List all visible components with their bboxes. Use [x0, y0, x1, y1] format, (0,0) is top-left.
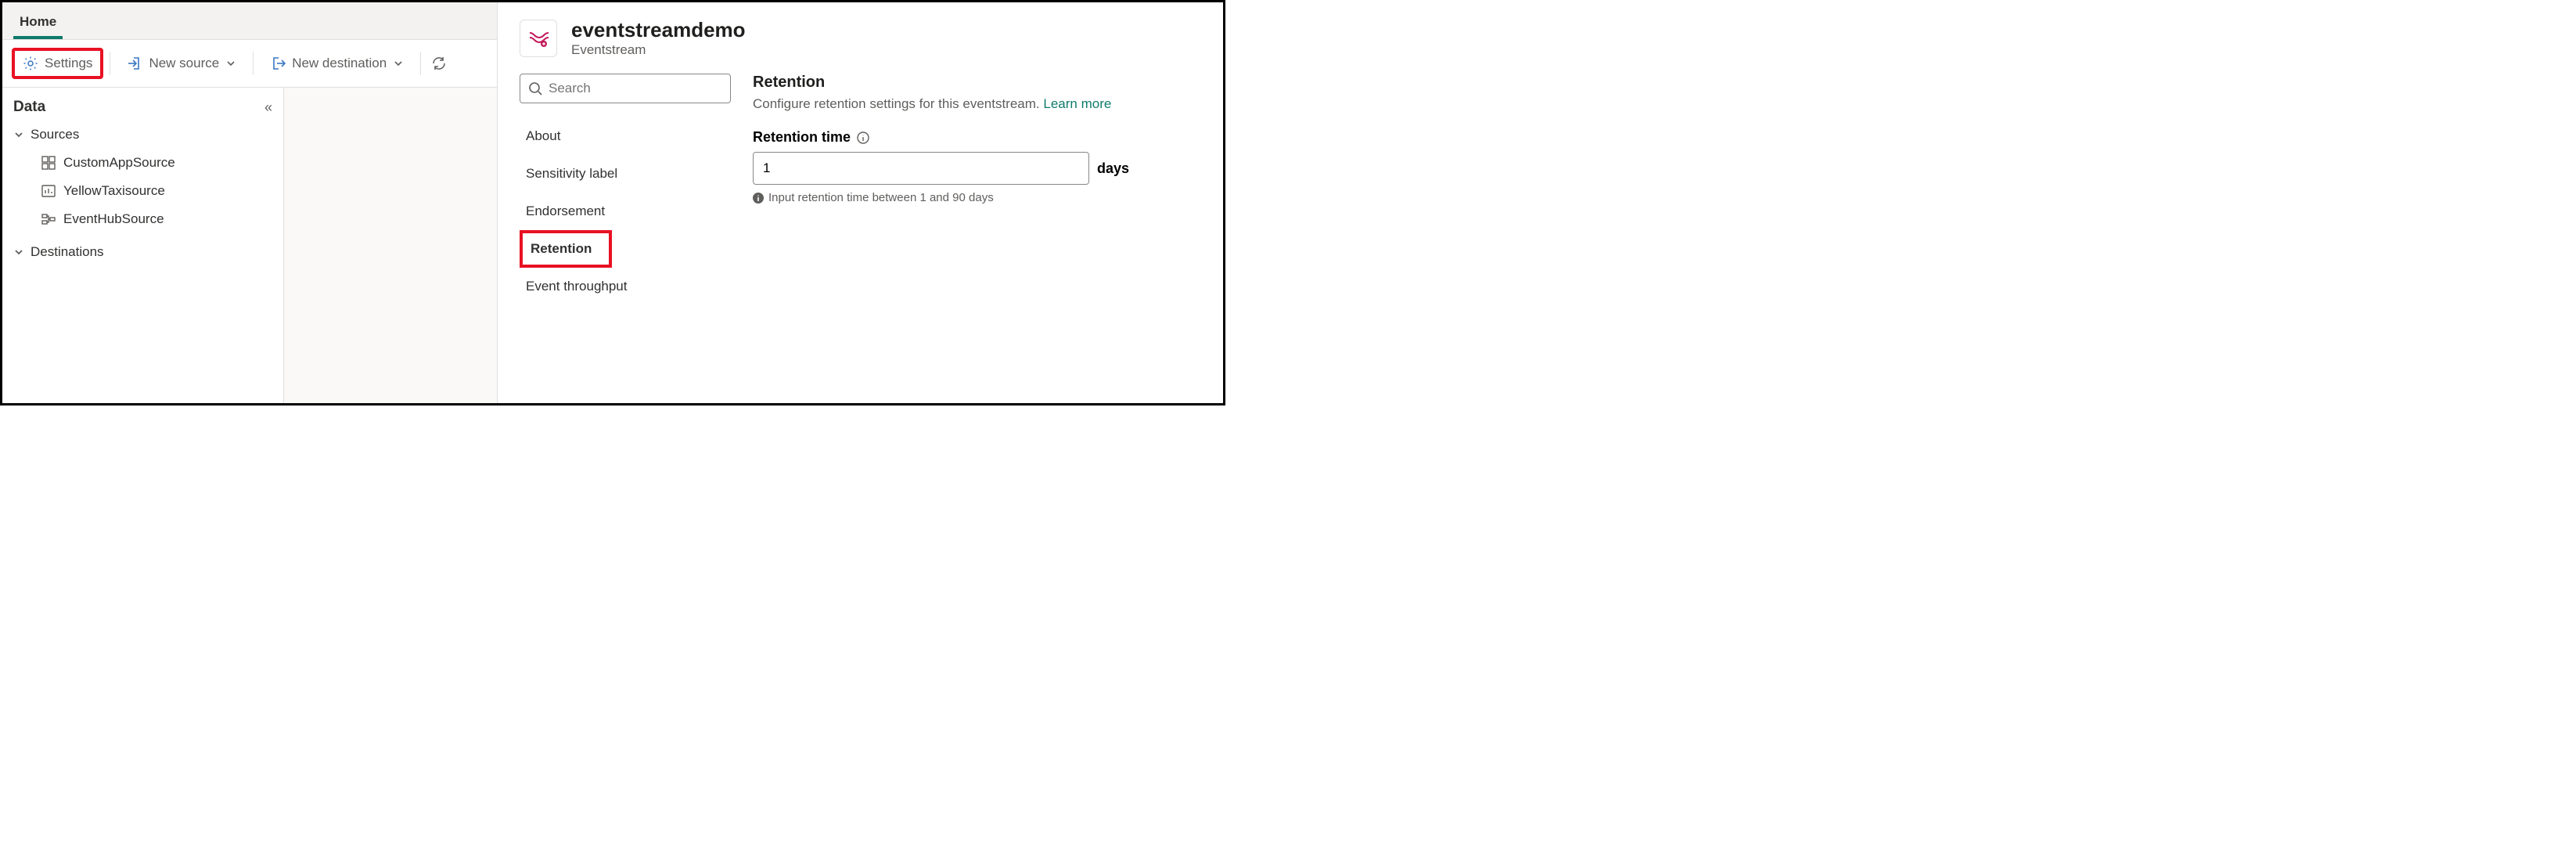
refresh-icon	[431, 56, 447, 71]
settings-nav: About Sensitivity label Endorsement Rete…	[520, 74, 731, 305]
divider	[253, 52, 254, 75]
destination-out-icon	[270, 56, 286, 71]
panel-subtitle: Eventstream	[571, 42, 746, 58]
toolbar: Settings New source New destination	[2, 40, 497, 88]
nav-throughput[interactable]: Event throughput	[520, 268, 731, 305]
retention-content: Retention Configure retention settings f…	[753, 74, 1201, 305]
chevron-down-icon	[13, 129, 24, 140]
info-icon[interactable]	[857, 132, 869, 144]
destinations-label: Destinations	[31, 244, 104, 260]
list-item[interactable]: YellowTaxisource	[13, 177, 272, 205]
nav-about[interactable]: About	[520, 117, 731, 155]
source-in-icon	[127, 56, 142, 71]
settings-button[interactable]: Settings	[12, 48, 103, 79]
data-title: Data	[13, 99, 45, 116]
app-icon	[41, 156, 56, 170]
new-destination-label: New destination	[292, 56, 387, 71]
destinations-section[interactable]: Destinations	[13, 244, 272, 260]
eventstream-icon	[520, 20, 557, 57]
new-source-label: New source	[149, 56, 219, 71]
hub-icon	[41, 212, 56, 226]
data-panel: Data « Sources CustomAppSource YellowTax…	[2, 88, 284, 403]
search-input[interactable]	[520, 74, 731, 103]
nav-endorsement[interactable]: Endorsement	[520, 193, 731, 230]
nav-retention[interactable]: Retention	[520, 230, 612, 268]
panel-title: eventstreamdemo	[571, 18, 746, 42]
tab-home[interactable]: Home	[13, 6, 63, 39]
item-label: EventHubSource	[63, 211, 164, 227]
retention-unit: days	[1097, 160, 1129, 177]
sources-label: Sources	[31, 127, 79, 142]
settings-panel: eventstreamdemo Eventstream About Sensit…	[498, 2, 1223, 403]
tab-bar: Home	[2, 2, 497, 40]
nav-sensitivity[interactable]: Sensitivity label	[520, 155, 731, 193]
chevron-down-icon	[393, 58, 404, 69]
collapse-panel-icon[interactable]: «	[264, 99, 272, 116]
list-item[interactable]: CustomAppSource	[13, 149, 272, 177]
canvas[interactable]	[284, 88, 497, 403]
item-label: CustomAppSource	[63, 155, 175, 171]
retention-time-input[interactable]	[753, 152, 1089, 185]
settings-label: Settings	[45, 56, 92, 71]
list-item[interactable]: EventHubSource	[13, 205, 272, 233]
retention-time-label: Retention time	[753, 129, 1201, 146]
chevron-down-icon	[13, 247, 24, 258]
chevron-down-icon	[225, 58, 236, 69]
new-destination-button[interactable]: New destination	[260, 50, 414, 77]
info-icon	[753, 193, 764, 204]
retention-desc: Configure retention settings for this ev…	[753, 96, 1201, 112]
sources-section[interactable]: Sources	[13, 127, 272, 142]
learn-more-link[interactable]: Learn more	[1043, 96, 1111, 111]
gear-icon	[23, 56, 38, 71]
new-source-button[interactable]: New source	[117, 50, 246, 77]
retention-heading: Retention	[753, 74, 1201, 92]
search-field[interactable]	[549, 81, 722, 96]
data-icon	[41, 184, 56, 198]
divider	[420, 52, 421, 75]
search-icon	[528, 81, 542, 96]
retention-hint: Input retention time between 1 and 90 da…	[753, 191, 1201, 204]
refresh-button[interactable]	[427, 50, 451, 77]
item-label: YellowTaxisource	[63, 183, 165, 199]
